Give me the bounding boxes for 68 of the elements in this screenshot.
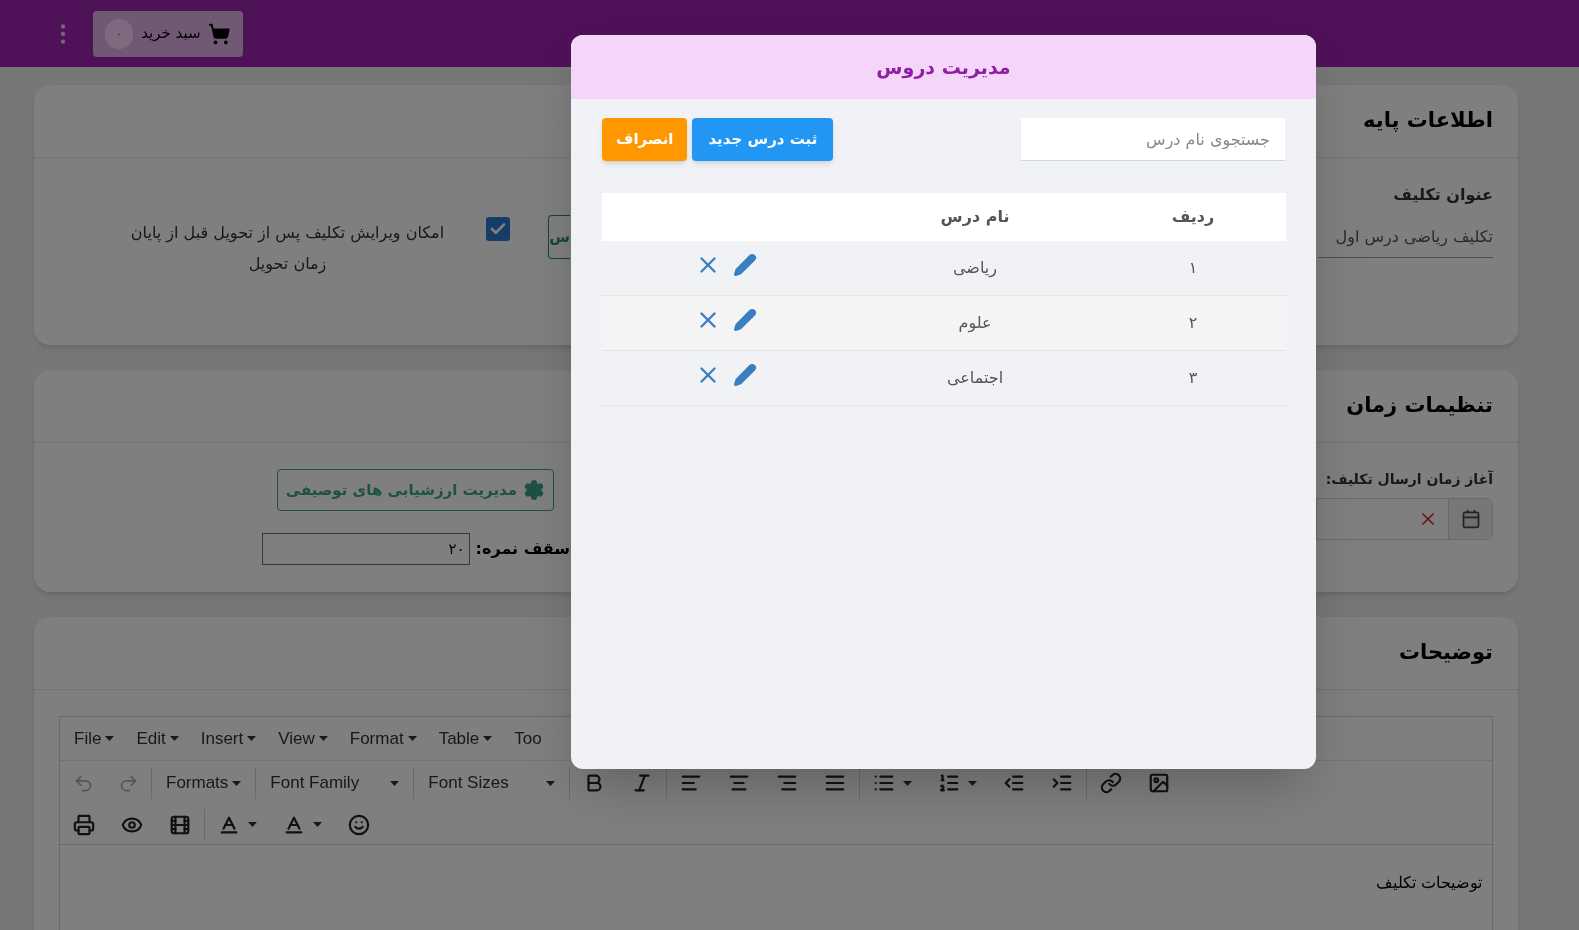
caret-icon: [483, 736, 493, 741]
caret-icon: [169, 736, 179, 741]
edit-icon[interactable]: [733, 363, 757, 387]
title-field[interactable]: تکلیف ریاضی درس اول: [1318, 225, 1493, 258]
align-justify-icon[interactable]: [824, 772, 847, 794]
formats-dropdown[interactable]: Formats: [152, 767, 257, 799]
caret-icon: [318, 736, 328, 741]
caret-icon: [407, 736, 417, 741]
card-title: تنظیمات زمان: [1346, 392, 1493, 420]
print-icon[interactable]: [73, 813, 95, 836]
column-header: ردیف: [1170, 206, 1216, 228]
cart-icon: [208, 21, 231, 46]
menu-item[interactable]: Too: [503, 725, 553, 752]
table-cell-text: ۳: [1187, 367, 1199, 389]
caret-icon: [248, 822, 257, 827]
menu-item[interactable]: File: [63, 725, 126, 752]
table-cell-text: اجتماعی: [945, 367, 1005, 389]
numbered-list-icon[interactable]: [938, 772, 961, 794]
search-field[interactable]: جستجوی نام درس: [1021, 118, 1285, 161]
field-label: سقف نمره:: [475, 538, 570, 560]
caret-icon: [105, 736, 115, 741]
indent-icon[interactable]: [1051, 772, 1074, 794]
image-icon[interactable]: [1148, 772, 1171, 794]
cart-count: ۰: [105, 18, 134, 49]
align-left-icon[interactable]: [680, 772, 703, 794]
align-right-icon[interactable]: [776, 772, 799, 794]
date-field[interactable]: [1316, 498, 1493, 540]
checkbox-label: امکان ویرایش تکلیف پس از تحویل قبل از پایان زمان تحویل: [129, 222, 446, 276]
outdent-icon[interactable]: [1003, 772, 1026, 794]
font-family-dropdown[interactable]: Font Family: [256, 767, 415, 799]
edit-icon[interactable]: [733, 253, 757, 277]
caret-icon: [546, 780, 556, 786]
modal-title: مدیریت دروس: [876, 54, 1011, 81]
menu-item[interactable]: Insert: [189, 725, 268, 752]
menu-item[interactable]: Table: [427, 725, 504, 752]
caret-icon: [390, 780, 400, 786]
table-cell-text: ریاضی: [952, 257, 998, 280]
partial-button[interactable]: س: [548, 215, 570, 259]
field-label: آغاز زمان ارسال تکلیف:: [1324, 469, 1493, 489]
table-cell-text: علوم: [957, 312, 993, 335]
field-label: عنوان تکلیف: [1392, 184, 1493, 206]
checkbox[interactable]: [486, 217, 510, 241]
max-grade-field[interactable]: ۲۰: [261, 533, 470, 565]
calendar-icon[interactable]: [1460, 509, 1481, 529]
column-header: نام درس: [939, 206, 1011, 228]
emoji-icon[interactable]: [348, 813, 370, 836]
caret-icon: [247, 736, 257, 741]
align-center-icon[interactable]: [728, 772, 751, 794]
caret-icon: [903, 780, 913, 786]
menu-item[interactable]: Format: [338, 725, 428, 752]
add-lesson-button[interactable]: ثبت درس جدید: [692, 118, 834, 161]
link-icon[interactable]: [1100, 772, 1123, 794]
caret-icon: [232, 780, 242, 786]
card-title: توضیحات: [1398, 639, 1493, 667]
caret-icon: [313, 822, 322, 827]
editor-text: توضیحات تکلیف: [1374, 872, 1482, 894]
bullet-list-icon[interactable]: [873, 772, 896, 794]
card-title: اطلاعات پایه: [1363, 107, 1493, 135]
media-icon[interactable]: [169, 813, 191, 836]
edit-icon[interactable]: [733, 308, 757, 332]
menu-item[interactable]: View: [267, 725, 339, 752]
manage-evaluations-button[interactable]: مدیریت ارزشیابی های توصیفی: [276, 469, 554, 511]
caret-icon: [968, 780, 978, 786]
table-cell-text: ۱: [1187, 257, 1199, 279]
font-size-dropdown[interactable]: Font Sizes: [414, 767, 571, 799]
cart-button[interactable]: سبد خرید ۰: [93, 10, 243, 57]
menu-item[interactable]: Edit: [125, 725, 190, 752]
table-cell-text: ۲: [1187, 312, 1199, 334]
